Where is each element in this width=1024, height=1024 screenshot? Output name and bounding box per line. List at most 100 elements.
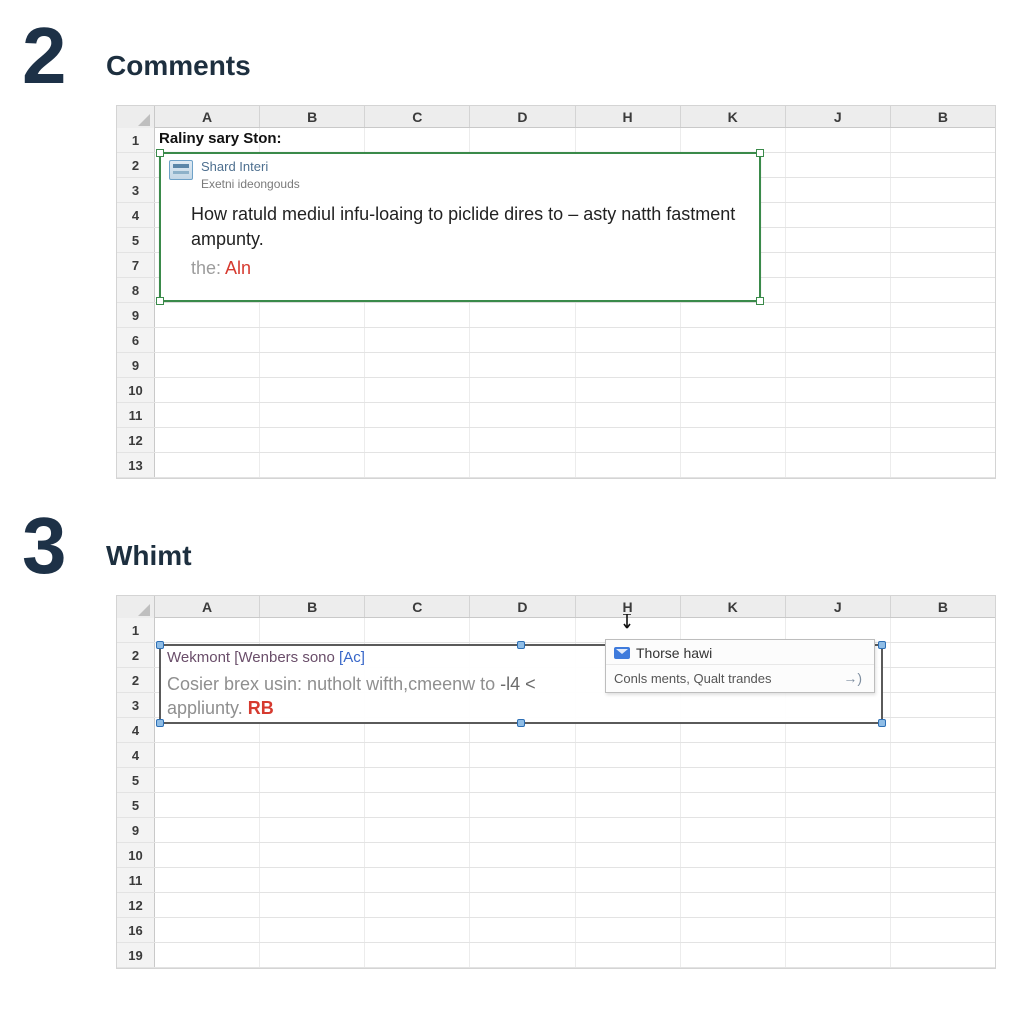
row-header[interactable]: 12 — [117, 893, 155, 917]
cell[interactable] — [260, 843, 365, 867]
cell[interactable] — [786, 918, 891, 942]
cell[interactable] — [681, 328, 786, 352]
cell[interactable] — [786, 128, 891, 152]
sel-handle-br[interactable] — [878, 719, 886, 727]
cell-a1-text[interactable]: Raliny sary Ston: — [159, 130, 282, 147]
row-header[interactable]: 16 — [117, 918, 155, 942]
resize-handle-tl[interactable] — [156, 149, 164, 157]
column-header[interactable]: A — [155, 596, 260, 617]
row-header[interactable]: 9 — [117, 353, 155, 377]
cell[interactable] — [891, 943, 995, 967]
cell[interactable] — [786, 303, 891, 327]
cell[interactable] — [155, 618, 260, 642]
cell[interactable] — [681, 353, 786, 377]
cell[interactable] — [891, 128, 995, 152]
cell[interactable] — [260, 353, 365, 377]
row-header[interactable]: 4 — [117, 743, 155, 767]
cell[interactable] — [891, 453, 995, 477]
cell[interactable] — [891, 178, 995, 202]
cell[interactable] — [155, 843, 260, 867]
cell[interactable] — [891, 253, 995, 277]
row-header[interactable]: 7 — [117, 253, 155, 277]
cell[interactable] — [470, 128, 575, 152]
cell[interactable] — [470, 893, 575, 917]
cell[interactable] — [786, 768, 891, 792]
row-header[interactable]: 4 — [117, 718, 155, 742]
column-header[interactable]: B — [260, 106, 365, 127]
cell[interactable] — [260, 428, 365, 452]
column-header[interactable]: B — [891, 596, 995, 617]
cell[interactable] — [786, 868, 891, 892]
cell[interactable] — [470, 328, 575, 352]
cell[interactable] — [576, 378, 681, 402]
row-header[interactable]: 6 — [117, 328, 155, 352]
cell[interactable] — [260, 818, 365, 842]
row-header[interactable]: 11 — [117, 403, 155, 427]
cell[interactable] — [891, 278, 995, 302]
cell[interactable] — [891, 403, 995, 427]
row-header[interactable]: 5 — [117, 768, 155, 792]
row-header[interactable]: 11 — [117, 868, 155, 892]
cell[interactable] — [576, 793, 681, 817]
cell[interactable] — [470, 303, 575, 327]
cell[interactable] — [365, 793, 470, 817]
column-header[interactable]: C — [365, 106, 470, 127]
cell[interactable] — [155, 428, 260, 452]
cell[interactable] — [365, 918, 470, 942]
cell[interactable] — [891, 643, 995, 667]
cell[interactable] — [576, 868, 681, 892]
cell[interactable] — [365, 428, 470, 452]
cell[interactable] — [470, 428, 575, 452]
cell[interactable] — [470, 768, 575, 792]
cell[interactable] — [260, 618, 365, 642]
cell[interactable] — [365, 893, 470, 917]
cell[interactable] — [786, 893, 891, 917]
cell[interactable] — [365, 403, 470, 427]
cell[interactable] — [786, 353, 891, 377]
cell[interactable] — [576, 403, 681, 427]
resize-handle-br[interactable] — [756, 297, 764, 305]
cell[interactable] — [576, 893, 681, 917]
cell[interactable] — [576, 453, 681, 477]
cell[interactable] — [681, 943, 786, 967]
cell[interactable] — [155, 793, 260, 817]
cell[interactable] — [260, 768, 365, 792]
cell[interactable] — [260, 378, 365, 402]
cell[interactable] — [891, 843, 995, 867]
cell[interactable] — [681, 918, 786, 942]
cell[interactable] — [260, 793, 365, 817]
row-header[interactable]: 1 — [117, 618, 155, 642]
row-header[interactable]: 8 — [117, 278, 155, 302]
cell[interactable] — [891, 618, 995, 642]
cell[interactable] — [470, 618, 575, 642]
cell[interactable] — [260, 303, 365, 327]
cell[interactable] — [365, 943, 470, 967]
select-all-corner[interactable] — [117, 596, 155, 618]
cell[interactable] — [681, 893, 786, 917]
cell[interactable] — [681, 428, 786, 452]
cell[interactable] — [786, 793, 891, 817]
cell[interactable] — [365, 818, 470, 842]
cell[interactable] — [891, 793, 995, 817]
cell[interactable] — [786, 378, 891, 402]
cell[interactable] — [470, 353, 575, 377]
resize-handle-bl[interactable] — [156, 297, 164, 305]
column-header[interactable]: B — [891, 106, 995, 127]
cell[interactable] — [470, 918, 575, 942]
cell[interactable] — [260, 453, 365, 477]
cell[interactable] — [786, 428, 891, 452]
cell[interactable] — [470, 793, 575, 817]
cell[interactable] — [891, 228, 995, 252]
column-header[interactable]: C — [365, 596, 470, 617]
sel-handle-tm[interactable] — [517, 641, 525, 649]
cell[interactable] — [576, 818, 681, 842]
cell[interactable] — [891, 693, 995, 717]
cell[interactable] — [681, 768, 786, 792]
comment-box[interactable]: Shard Interi Exetni ideongouds How ratul… — [159, 152, 761, 302]
row-header[interactable]: 5 — [117, 228, 155, 252]
cell[interactable] — [891, 893, 995, 917]
cell[interactable] — [365, 743, 470, 767]
cell[interactable] — [681, 743, 786, 767]
row-header[interactable]: 13 — [117, 453, 155, 477]
cell[interactable] — [365, 843, 470, 867]
